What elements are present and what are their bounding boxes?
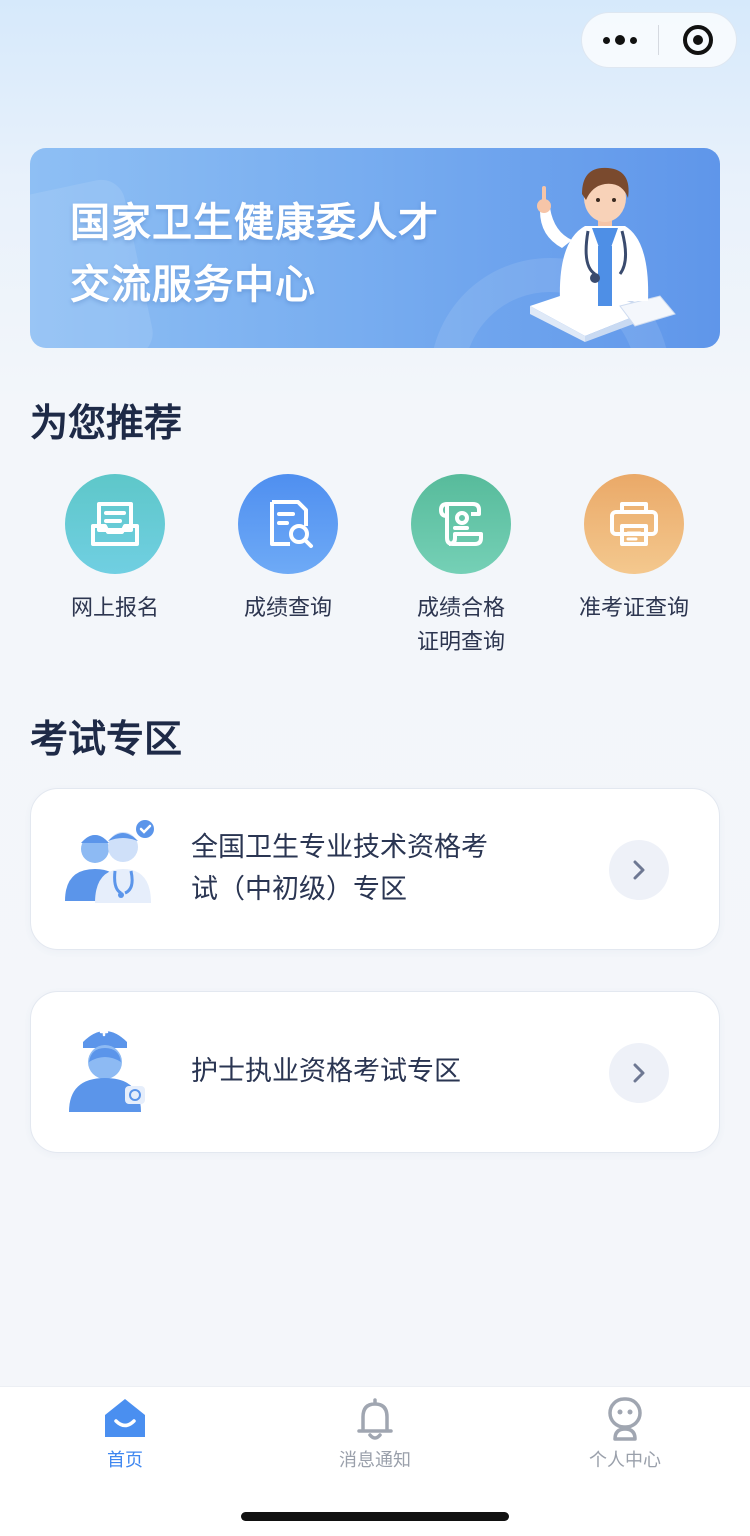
close-miniprogram-button[interactable] <box>659 13 736 67</box>
exam-card-title: 护士执业资格考试专区 <box>191 1056 461 1087</box>
exam-zone-title: 考试专区 <box>30 717 183 761</box>
exam-card-title: 全国卫生专业技术资格考 试（中初级）专区 <box>191 832 488 905</box>
tab-label: 消息通知 <box>339 1450 411 1471</box>
printer-icon <box>584 474 684 574</box>
exam-card-health-professional[interactable]: 全国卫生专业技术资格考 试（中初级）专区 <box>30 788 720 950</box>
miniprogram-capsule <box>581 12 737 68</box>
tab-notifications[interactable]: 消息通知 <box>250 1395 500 1475</box>
banner-title-line1: 国家卫生健康委人才 <box>70 200 439 246</box>
inbox-form-icon <box>65 474 165 574</box>
exam-card-nurse[interactable]: 护士执业资格考试专区 <box>30 991 720 1153</box>
recommend-item-label: 成绩查询 <box>243 596 332 621</box>
recommend-item-label: 网上报名 <box>70 596 159 621</box>
tab-label: 个人中心 <box>589 1450 661 1471</box>
recommend-item-admission-ticket[interactable]: 准考证查询 <box>549 474 719 626</box>
hero-banner[interactable]: 国家卫生健康委人才 交流服务中心 <box>30 148 720 348</box>
home-icon <box>105 1399 145 1437</box>
recommend-item-score-query[interactable]: 成绩查询 <box>203 474 373 626</box>
chevron-right-icon[interactable] <box>609 1043 669 1103</box>
recommend-item-pass-certificate[interactable]: 成绩合格 证明查询 <box>376 474 546 660</box>
doctor-illustration <box>530 167 676 342</box>
dot-icon <box>603 36 610 44</box>
chevron-right-icon[interactable] <box>609 840 669 900</box>
tab-label: 首页 <box>107 1450 143 1471</box>
more-options-button[interactable] <box>582 13 658 67</box>
recommend-item-label: 准考证查询 <box>578 596 689 621</box>
recommend-item-label: 成绩合格 证明查询 <box>416 596 505 655</box>
tab-profile[interactable]: 个人中心 <box>500 1395 750 1475</box>
target-icon <box>682 25 713 55</box>
tab-home[interactable]: 首页 <box>0 1395 250 1475</box>
recommend-grid: 网上报名 成绩查询 成绩合格 证明查询 准考证查询 <box>30 474 720 674</box>
user-avatar-icon <box>608 1397 642 1441</box>
document-search-icon <box>238 474 338 574</box>
certificate-scroll-icon <box>411 474 511 574</box>
recommend-item-online-registration[interactable]: 网上报名 <box>30 474 200 626</box>
nurse-icon <box>69 1027 145 1112</box>
dot-icon <box>630 36 637 44</box>
home-indicator[interactable] <box>241 1512 509 1521</box>
banner-title: 国家卫生健康委人才 交流服务中心 <box>70 192 439 316</box>
banner-title-line2: 交流服务中心 <box>70 262 316 308</box>
medical-staff-icon <box>65 820 154 903</box>
bell-icon <box>357 1398 393 1440</box>
recommend-section-title: 为您推荐 <box>30 401 183 445</box>
dot-icon <box>615 35 625 45</box>
